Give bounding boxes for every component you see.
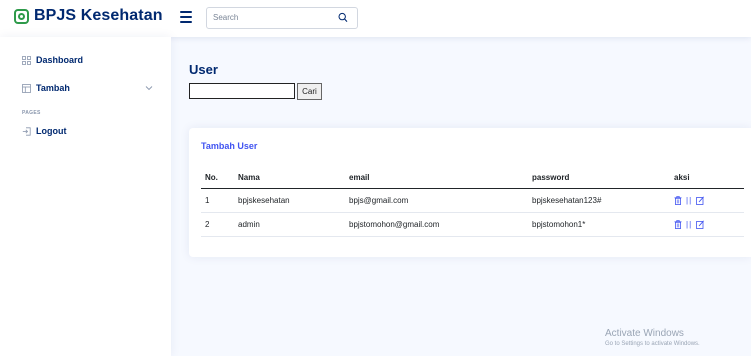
logout-icon	[21, 126, 31, 136]
column-header-aksi: aksi	[674, 168, 744, 189]
search-input[interactable]	[213, 13, 328, 22]
cell-email: bpjs@gmail.com	[349, 188, 532, 213]
trash-icon[interactable]	[674, 195, 682, 205]
brand-logo[interactable]: BPJS Kesehatan	[14, 7, 163, 25]
sidebar-item-dashboard[interactable]: Dashboard	[21, 55, 83, 65]
search-box	[206, 7, 358, 29]
cell-no: 1	[201, 188, 238, 213]
search-icon[interactable]	[338, 12, 348, 24]
layout-icon	[21, 83, 31, 93]
cell-no: 2	[201, 212, 238, 237]
activate-windows-watermark: Activate Windows Go to Settings to activ…	[605, 328, 700, 347]
grid-icon	[21, 55, 31, 65]
edit-icon[interactable]	[696, 220, 705, 229]
sidebar-item-label: Logout	[36, 126, 67, 136]
page-title: User	[189, 62, 218, 77]
chevron-down-icon[interactable]	[145, 84, 153, 92]
find-user-input[interactable]	[189, 83, 295, 99]
action-separator: ||	[686, 219, 693, 229]
column-header-nama: Nama	[238, 168, 349, 189]
table-row: 1 bpjskesehatan bpjs@gmail.com bpjskeseh…	[201, 188, 744, 213]
sidebar-item-logout[interactable]: Logout	[21, 126, 67, 136]
sidebar-item-label: Tambah	[36, 83, 70, 93]
cell-nama: admin	[238, 212, 349, 237]
sidebar-item-tambah[interactable]: Tambah	[21, 83, 153, 93]
edit-icon[interactable]	[696, 196, 705, 205]
cell-nama: bpjskesehatan	[238, 188, 349, 213]
cell-email: bpjstomohon@gmail.com	[349, 212, 532, 237]
cell-aksi: ||	[674, 212, 744, 237]
find-button[interactable]: Cari	[297, 83, 322, 100]
cell-password: bpjstomohon1*	[532, 212, 674, 237]
table-row: 2 admin bpjstomohon@gmail.com bpjstomoho…	[201, 212, 744, 237]
top-header: BPJS Kesehatan	[0, 0, 751, 37]
trash-icon[interactable]	[674, 219, 682, 229]
user-card: Tambah User No. Nama email password aksi…	[189, 128, 751, 257]
sidebar-heading: PAGES	[22, 110, 41, 116]
column-header-email: email	[349, 168, 532, 189]
table-header-row: No. Nama email password aksi	[201, 168, 744, 189]
cell-password: bpjskesehatan123#	[532, 188, 674, 213]
sidebar: Dashboard Tambah PAGES Logout	[0, 37, 171, 356]
watermark-subtitle: Go to Settings to activate Windows.	[605, 341, 700, 347]
column-header-no: No.	[201, 168, 238, 189]
cell-aksi: ||	[674, 188, 744, 213]
sidebar-item-label: Dashboard	[36, 55, 84, 65]
watermark-title: Activate Windows	[605, 328, 684, 339]
hamburger-icon[interactable]	[180, 11, 192, 23]
user-table: No. Nama email password aksi 1 bpjskeseh…	[201, 168, 744, 237]
action-separator: ||	[686, 195, 693, 205]
column-header-password: password	[532, 168, 674, 189]
card-title: Tambah User	[201, 141, 258, 151]
bpjs-logo-icon	[14, 8, 29, 24]
brand-name: BPJS Kesehatan	[34, 7, 163, 24]
